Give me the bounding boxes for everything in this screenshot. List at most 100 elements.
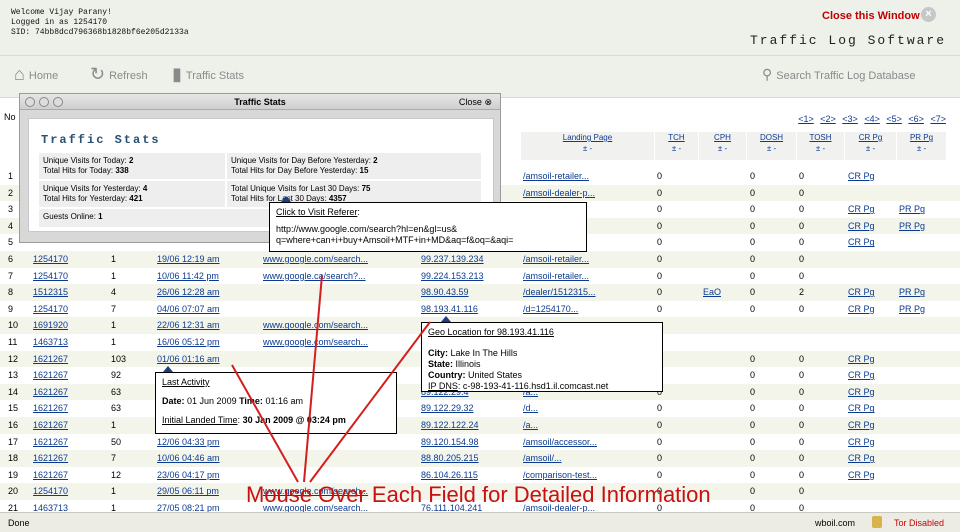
header-label[interactable]: TOSH	[797, 132, 844, 143]
close-window-link[interactable]: Close this Window	[822, 10, 920, 22]
cell-ip[interactable]: 99.237.139.234	[421, 251, 517, 268]
header-dosh[interactable]: DOSH ± -	[746, 132, 796, 160]
cell-cr-page[interactable]: CR Pg	[848, 434, 892, 451]
cell-last-activity[interactable]: 29/05 06:11 pm	[157, 483, 257, 500]
cell-affiliate-id[interactable]: 1621267	[33, 467, 103, 484]
cell-affiliate-id[interactable]: 1621267	[33, 434, 103, 451]
cell-cr-page[interactable]: CR Pg	[848, 301, 892, 318]
cell-referer[interactable]: www.google.ca/search?...	[263, 268, 413, 285]
popup-titlebar[interactable]: Traffic Stats Close ⊗	[20, 94, 500, 110]
cell-landing-page[interactable]: /dealer/1512315...	[523, 284, 653, 301]
tor-status[interactable]: Tor Disabled	[894, 518, 944, 528]
cell-ip[interactable]: 98.193.41.116	[421, 301, 517, 318]
page-link[interactable]: <4>	[864, 114, 880, 124]
header-pr-page[interactable]: PR Pg ± -	[896, 132, 946, 160]
cell-cr-page[interactable]: CR Pg	[848, 367, 892, 384]
sort-controls[interactable]: ± -	[699, 143, 746, 154]
cell-referer[interactable]: www.google.com/search...	[263, 317, 413, 334]
page-link[interactable]: <6>	[908, 114, 924, 124]
cell-last-activity[interactable]: 22/06 12:31 am	[157, 317, 257, 334]
page-link[interactable]: <1>	[798, 114, 814, 124]
cell-cr-page[interactable]: CR Pg	[848, 384, 892, 401]
cell-affiliate-id[interactable]: 1621267	[33, 384, 103, 401]
search-button[interactable]: ⚲ Search Traffic Log Database	[762, 66, 915, 82]
cell-cr-page[interactable]: CR Pg	[848, 218, 892, 235]
cell-landing-page[interactable]: /amsoil-dealer-p...	[523, 185, 653, 202]
cell-landing-page[interactable]: /comparison-test...	[523, 467, 653, 484]
cell-pr-page[interactable]: PR Pg	[899, 284, 943, 301]
sort-controls[interactable]: ± -	[897, 143, 946, 154]
header-landing-page[interactable]: Landing Page ± -	[520, 132, 654, 160]
header-tosh[interactable]: TOSH ± -	[796, 132, 844, 160]
header-label[interactable]: CPH	[699, 132, 746, 143]
sort-controls[interactable]: ± -	[747, 143, 796, 154]
header-label[interactable]: Landing Page	[521, 132, 654, 143]
header-cr-page[interactable]: CR Pg ± -	[844, 132, 896, 160]
visit-referer-link[interactable]: Click to Visit Referer	[276, 207, 357, 217]
cell-ip[interactable]: 98.90.43.59	[421, 284, 517, 301]
cell-landing-page[interactable]: /a...	[523, 417, 653, 434]
cell-cr-page[interactable]: CR Pg	[848, 467, 892, 484]
sort-controls[interactable]: ± -	[845, 143, 896, 154]
cell-affiliate-id[interactable]: 1621267	[33, 351, 103, 368]
cell-pr-page[interactable]: PR Pg	[899, 301, 943, 318]
cell-affiliate-id[interactable]: 1621267	[33, 400, 103, 417]
cell-ip[interactable]: 88.80.205.215	[421, 450, 517, 467]
cell-ip[interactable]: 99.224.153.213	[421, 268, 517, 285]
sort-controls[interactable]: ± -	[521, 143, 654, 154]
cell-cr-page[interactable]: CR Pg	[848, 284, 892, 301]
cell-landing-page[interactable]: /amsoil-retailer...	[523, 251, 653, 268]
cell-affiliate-id[interactable]: 1254170	[33, 268, 103, 285]
cell-last-activity[interactable]: 10/06 04:46 am	[157, 450, 257, 467]
cell-last-activity[interactable]: 23/06 04:17 pm	[157, 467, 257, 484]
cell-last-activity[interactable]: 10/06 11:42 pm	[157, 268, 257, 285]
header-label[interactable]: CR Pg	[845, 132, 896, 143]
page-link[interactable]: <2>	[820, 114, 836, 124]
cell-affiliate-id[interactable]: 1254170	[33, 301, 103, 318]
cell-landing-page[interactable]: /d=1254170...	[523, 301, 653, 318]
cell-affiliate-id[interactable]: 1621267	[33, 450, 103, 467]
cell-affiliate-id[interactable]: 1691920	[33, 317, 103, 334]
cell-cr-page[interactable]: CR Pg	[848, 201, 892, 218]
cell-referer[interactable]: www.google.com/search...	[263, 334, 413, 351]
page-link[interactable]: <5>	[886, 114, 902, 124]
header-cph[interactable]: CPH ± -	[698, 132, 746, 160]
cell-ip[interactable]: 86.104.26.115	[421, 467, 517, 484]
cell-landing-page[interactable]: /amsoil-retailer...	[523, 168, 653, 185]
header-label[interactable]: TCH	[655, 132, 698, 143]
cell-cr-page[interactable]: CR Pg	[848, 351, 892, 368]
cell-landing-page[interactable]: /amsoil/...	[523, 450, 653, 467]
popup-close-button[interactable]: Close ⊗	[459, 97, 492, 108]
cell-landing-page[interactable]: /amsoil-retailer...	[523, 268, 653, 285]
page-link[interactable]: <7>	[930, 114, 946, 124]
traffic-stats-button[interactable]: ▮ Traffic Stats	[172, 65, 244, 83]
cell-landing-page[interactable]: /amsoil/accessor...	[523, 434, 653, 451]
cell-last-activity[interactable]: 12/06 04:33 pm	[157, 434, 257, 451]
cell-cr-page[interactable]: CR Pg	[848, 417, 892, 434]
cell-cr-page[interactable]: CR Pg	[848, 168, 892, 185]
cell-ip[interactable]: 89.122.122.24	[421, 417, 517, 434]
cell-affiliate-id[interactable]: 1621267	[33, 417, 103, 434]
sort-controls[interactable]: ± -	[655, 143, 698, 154]
page-link[interactable]: <3>	[842, 114, 858, 124]
cell-ip[interactable]: 89.120.154.98	[421, 434, 517, 451]
cell-last-activity[interactable]: 19/06 12:19 am	[157, 251, 257, 268]
header-tch[interactable]: TCH ± -	[654, 132, 698, 160]
cell-ip[interactable]: 89.122.29.32	[421, 400, 517, 417]
refresh-button[interactable]: ↻ Refresh	[90, 65, 148, 83]
cell-affiliate-id[interactable]: 1254170	[33, 483, 103, 500]
cell-affiliate-id[interactable]: 1512315	[33, 284, 103, 301]
cell-last-activity[interactable]: 16/06 05:12 pm	[157, 334, 257, 351]
cell-last-activity[interactable]: 26/06 12:28 am	[157, 284, 257, 301]
cell-cr-page[interactable]: CR Pg	[848, 234, 892, 251]
cell-affiliate-id[interactable]: 1621267	[33, 367, 103, 384]
cell-pr-page[interactable]: PR Pg	[899, 201, 943, 218]
cell-affiliate-id[interactable]: 1463713	[33, 334, 103, 351]
cell-pr-page[interactable]: PR Pg	[899, 218, 943, 235]
cell-landing-page[interactable]: /d...	[523, 400, 653, 417]
header-label[interactable]: DOSH	[747, 132, 796, 143]
header-label[interactable]: PR Pg	[897, 132, 946, 143]
cell-cr-page[interactable]: CR Pg	[848, 450, 892, 467]
cell-cph[interactable]: EaO	[703, 284, 743, 301]
cell-last-activity[interactable]: 04/06 07:07 am	[157, 301, 257, 318]
